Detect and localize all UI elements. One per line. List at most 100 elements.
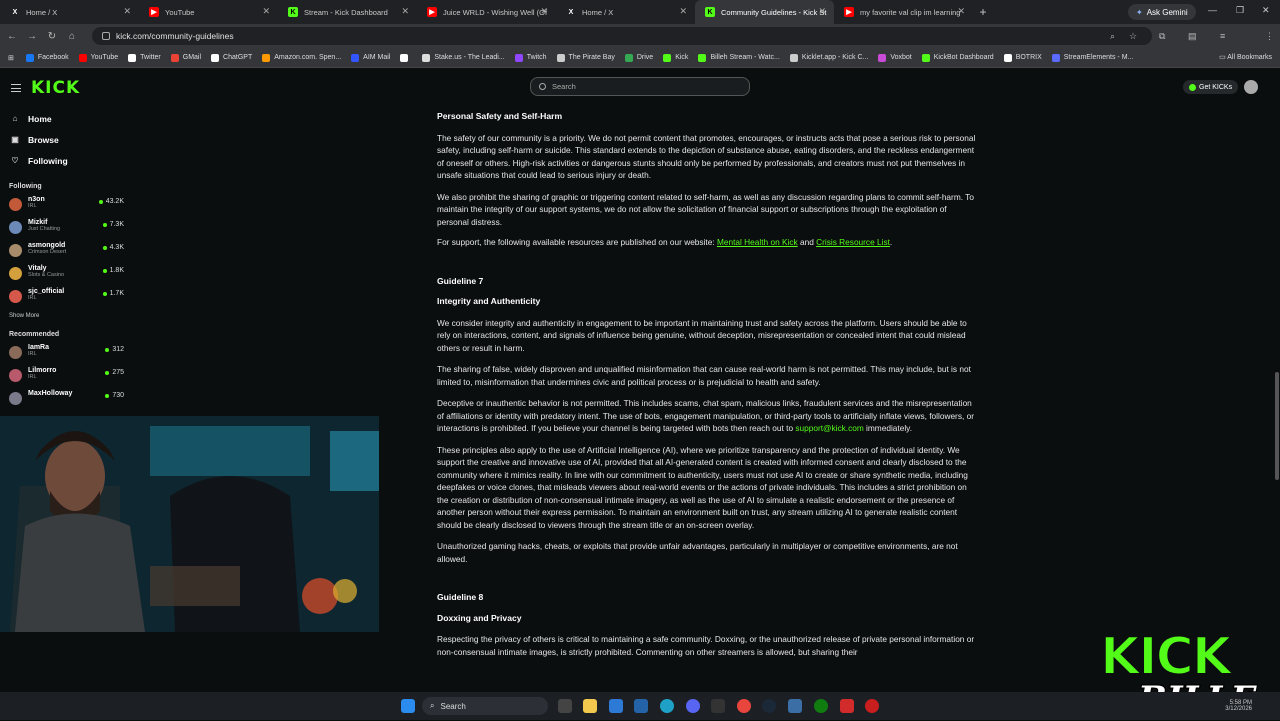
bookmark-item[interactable]: The Pirate Bay <box>556 53 615 62</box>
avatar[interactable] <box>1244 80 1258 94</box>
browser-tab[interactable]: K Stream - Kick Dashboard ✕ <box>278 0 417 24</box>
reload-icon[interactable]: ↻ <box>42 31 62 42</box>
channel-item[interactable]: n3on IRL 43.2K <box>0 194 132 217</box>
windows-taskbar: ⌕ Search 5:58 PM 3/12/2026 <box>0 692 1280 720</box>
tab-close-icon[interactable]: ✕ <box>123 6 131 17</box>
close-window-icon[interactable]: ✕ <box>1262 5 1270 16</box>
get-kicks-button[interactable]: Get KICKs <box>1183 80 1239 94</box>
discord-icon[interactable] <box>686 699 700 713</box>
tab-title: Juice WRLD - Wishing Well (Of <box>443 7 548 17</box>
bookmark-item[interactable]: Stake.us - The Leadi... <box>422 53 505 62</box>
bookmark-item[interactable] <box>400 53 412 62</box>
kick-logo[interactable]: KICK <box>31 78 80 98</box>
xbox-icon[interactable] <box>814 699 828 713</box>
tab-close-icon[interactable]: ✕ <box>262 6 270 17</box>
bookmark-item[interactable]: Twitter <box>128 53 161 62</box>
browser-tab[interactable]: ▶ my favorite val clip im learning ✕ <box>834 0 973 24</box>
sidebar-nav-label: Home <box>28 113 52 124</box>
bookmark-item[interactable]: YouTube <box>78 53 118 62</box>
page-scrollbar[interactable] <box>1275 372 1279 480</box>
windows-start-icon[interactable] <box>401 699 415 713</box>
bookmark-item[interactable]: KickBot Dashboard <box>921 53 994 62</box>
edge-icon[interactable] <box>660 699 674 713</box>
bookmark-item[interactable]: Twitch <box>514 53 547 62</box>
taskbar-search[interactable]: ⌕ Search <box>422 697 548 715</box>
file-explorer-icon[interactable] <box>583 699 597 713</box>
taskbar-clock[interactable]: 5:58 PM 3/12/2026 <box>1225 700 1252 712</box>
forward-icon[interactable]: → <box>22 31 42 42</box>
tab-close-icon[interactable]: ✕ <box>818 6 826 17</box>
bookmark-item[interactable]: GMail <box>170 53 201 62</box>
guidelines-content: Personal Safety and Self-Harm The safety… <box>437 105 977 658</box>
bookmark-item[interactable]: ChatGPT <box>211 53 252 62</box>
bookmark-star-icon[interactable]: ☆ <box>1129 31 1137 42</box>
browser-tab[interactable]: ▶ YouTube ✕ <box>139 0 278 24</box>
bookmark-item[interactable]: StreamElements - M... <box>1051 53 1133 62</box>
extensions-icon[interactable]: ⧉ <box>1159 31 1165 42</box>
channel-item[interactable]: MaxHolloway 730 <box>0 388 132 411</box>
menu-dots-icon[interactable]: ⋮ <box>1265 31 1274 42</box>
chrome-icon[interactable] <box>737 699 751 713</box>
tab-title: Community Guidelines - Kick St <box>721 7 827 17</box>
viewer-count-text: 275 <box>112 369 124 376</box>
show-more-button[interactable]: Show More <box>0 313 132 319</box>
red-app-icon[interactable] <box>840 699 854 713</box>
search-input[interactable]: Search <box>530 77 750 96</box>
browser-tab[interactable]: ▶ Juice WRLD - Wishing Well (Of ✕ <box>417 0 556 24</box>
support-text: For support, the following available res… <box>437 237 717 247</box>
xbox-app-icon[interactable] <box>711 699 725 713</box>
channel-item[interactable]: asmongold Crimson Desert 4.3K <box>0 240 132 263</box>
tab-close-icon[interactable]: ✕ <box>540 6 548 17</box>
media-icon[interactable]: ≡ <box>1220 31 1225 41</box>
bookmark-item[interactable]: Billeh Stream - Watc... <box>698 53 780 62</box>
new-tab-button[interactable]: + <box>973 5 993 19</box>
hamburger-menu-icon[interactable] <box>11 84 21 92</box>
mail-icon[interactable] <box>634 699 648 713</box>
monitor-app-icon[interactable] <box>788 699 802 713</box>
sidebar-nav-browse[interactable]: ▣ Browse <box>0 129 132 150</box>
channel-item[interactable]: Mizkif Just Chatting 7.3K <box>0 217 132 240</box>
steam-icon[interactable] <box>762 699 776 713</box>
minimize-icon[interactable]: — <box>1208 5 1217 15</box>
bookmark-favicon-icon <box>170 53 179 62</box>
store-icon[interactable] <box>609 699 623 713</box>
support-email-link[interactable]: support@kick.com <box>795 423 863 433</box>
bookmark-favicon-icon <box>663 53 672 62</box>
browser-tab[interactable]: K Community Guidelines - Kick St ✕ <box>695 0 834 24</box>
sidepanel-icon[interactable]: ▤ <box>1188 31 1197 42</box>
bookmark-item[interactable]: BOTRIX <box>1003 53 1042 62</box>
tab-close-icon[interactable]: ✕ <box>401 6 409 17</box>
apps-grid-icon[interactable]: ⊞ <box>8 54 14 62</box>
channel-item[interactable]: Lilmorro IRL 275 <box>0 365 132 388</box>
channel-item[interactable]: IamRa IRL 312 <box>0 342 132 365</box>
sidebar-nav-home[interactable]: ⌂ Home <box>0 108 132 129</box>
ask-gemini-button[interactable]: ✦ Ask Gemini <box>1128 4 1196 20</box>
crisis-resource-link[interactable]: Crisis Resource List <box>816 237 890 247</box>
obs-icon[interactable] <box>865 699 879 713</box>
tab-close-icon[interactable]: ✕ <box>679 6 687 17</box>
bookmark-item[interactable]: Kick <box>663 53 688 62</box>
url-field[interactable]: kick.com/community-guidelines <box>92 27 1152 45</box>
home-button-icon[interactable]: ⌂ <box>62 31 82 42</box>
task-view-icon[interactable] <box>558 699 572 713</box>
browser-tab[interactable]: X Home / X ✕ <box>0 0 139 24</box>
mental-health-link[interactable]: Mental Health on Kick <box>717 237 798 247</box>
channel-item[interactable]: Vitaly Slots & Casino 1.8K <box>0 263 132 286</box>
bookmark-item[interactable]: AIM Mail <box>351 53 390 62</box>
site-info-icon[interactable] <box>102 32 110 40</box>
bookmark-item[interactable]: Voxbot <box>878 53 912 62</box>
tab-close-icon[interactable]: ✕ <box>957 6 965 17</box>
tab-title: Home / X <box>582 7 614 17</box>
bookmark-item[interactable]: Amazon.com. Spen... <box>262 53 341 62</box>
bookmark-label: Drive <box>636 54 654 61</box>
all-bookmarks-button[interactable]: ▭ All Bookmarks <box>1219 53 1272 61</box>
back-icon[interactable]: ← <box>2 31 22 42</box>
channel-item[interactable]: sjc_official IRL 1.7K <box>0 286 132 309</box>
bookmark-item[interactable]: Kicklet.app - Kick C... <box>789 53 868 62</box>
browser-tab[interactable]: X Home / X ✕ <box>556 0 695 24</box>
bookmark-item[interactable]: Drive <box>624 53 654 62</box>
bookmark-item[interactable]: Facebook <box>25 53 69 62</box>
maximize-icon[interactable]: ❐ <box>1236 5 1244 16</box>
search-page-icon[interactable]: ⌕ <box>1110 31 1115 42</box>
sidebar-nav-following[interactable]: ♡ Following <box>0 150 132 171</box>
